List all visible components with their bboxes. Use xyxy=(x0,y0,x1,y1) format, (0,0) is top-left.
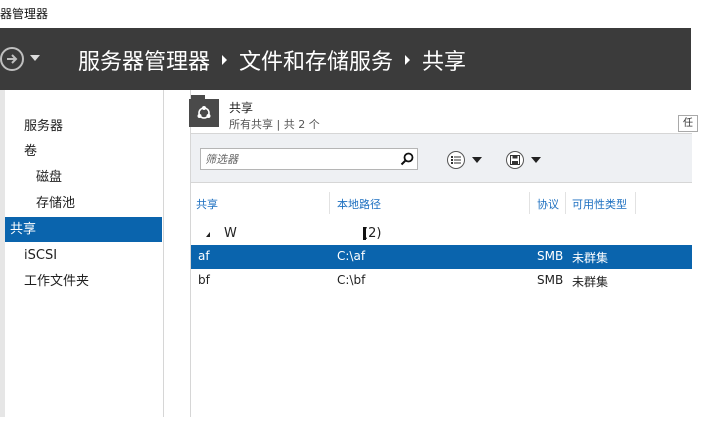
save-icon xyxy=(506,151,524,169)
column-divider[interactable] xyxy=(529,192,530,214)
table-row[interactable]: bf C:\bf SMB 未群集 xyxy=(191,269,692,293)
chevron-down-icon xyxy=(472,157,482,163)
column-header-protocol[interactable]: 协议 xyxy=(537,196,559,212)
shares-tile: 共享 所有共享 | 共 2 个 任 筛选器 共享 本地路径 协议 可用性类型 W… xyxy=(189,90,698,417)
sidebar-item-storage-pools[interactable]: 存储池 xyxy=(0,191,162,216)
filter-toolbar xyxy=(191,133,692,183)
back-arrow-icon[interactable] xyxy=(0,47,24,71)
table-row[interactable]: af C:\af SMB 未群集 xyxy=(191,245,692,269)
sidebar-item-disks[interactable]: 磁盘 xyxy=(0,165,162,190)
cell-local-path: C:\af xyxy=(337,249,366,263)
window-title: 器管理器 xyxy=(0,7,49,21)
cell-availability: 未群集 xyxy=(572,275,609,289)
filter-field[interactable] xyxy=(200,148,418,170)
column-header-availability[interactable]: 可用性类型 xyxy=(572,196,627,212)
sidebar-item-servers[interactable]: 服务器 xyxy=(0,114,162,139)
header-bar: 服务器管理器 文件和存储服务 共享 xyxy=(0,28,691,90)
column-divider[interactable] xyxy=(635,192,636,214)
column-divider[interactable] xyxy=(565,192,566,214)
search-icon[interactable] xyxy=(399,151,415,167)
sidebar-edge xyxy=(0,90,5,417)
sidebar-item-shares[interactable]: 共享 xyxy=(0,217,162,242)
window-titlebar: 器管理器 xyxy=(0,0,709,28)
tasks-button[interactable]: 任 xyxy=(678,115,698,132)
breadcrumb-file-storage[interactable]: 文件和存储服务 xyxy=(239,44,393,76)
cell-protocol: SMB xyxy=(537,273,564,287)
sidebar-item-volumes[interactable]: 卷 xyxy=(0,139,162,164)
list-icon xyxy=(447,151,465,169)
breadcrumb: 服务器管理器 文件和存储服务 共享 xyxy=(78,44,466,76)
cell-protocol: SMB xyxy=(537,249,564,263)
collapse-triangle-icon[interactable] xyxy=(206,232,210,237)
sidebar-item-work-folders[interactable]: 工作文件夹 xyxy=(0,269,162,294)
cell-share: bf xyxy=(198,273,210,287)
column-header-local-path[interactable]: 本地路径 xyxy=(337,196,381,212)
text-cursor xyxy=(363,227,366,240)
shared-folder-icon xyxy=(189,95,219,127)
breadcrumb-separator-icon xyxy=(405,55,411,65)
cell-share: af xyxy=(198,249,210,263)
column-header-share[interactable]: 共享 xyxy=(196,196,218,212)
breadcrumb-shares: 共享 xyxy=(422,50,467,75)
tile-subtitle: 所有共享 | 共 2 个 xyxy=(229,118,320,131)
tile-title: 共享 xyxy=(229,101,254,115)
group-name: W xyxy=(224,226,237,241)
sidebar: 服务器 卷 磁盘 存储池 共享 iSCSI 工作文件夹 xyxy=(0,90,164,417)
group-header[interactable]: W (2) xyxy=(191,223,692,245)
column-divider[interactable] xyxy=(329,192,330,214)
breadcrumb-server-manager[interactable]: 服务器管理器 xyxy=(78,44,210,76)
history-dropdown-icon[interactable] xyxy=(30,55,40,61)
filter-input[interactable] xyxy=(201,149,391,169)
cell-availability: 未群集 xyxy=(572,251,609,265)
save-query-button[interactable] xyxy=(506,151,544,169)
sidebar-item-iscsi[interactable]: iSCSI xyxy=(0,243,162,268)
breadcrumb-separator-icon xyxy=(222,55,228,65)
cell-local-path: C:\bf xyxy=(337,273,366,287)
list-view-button[interactable] xyxy=(447,151,485,169)
chevron-down-icon xyxy=(531,157,541,163)
